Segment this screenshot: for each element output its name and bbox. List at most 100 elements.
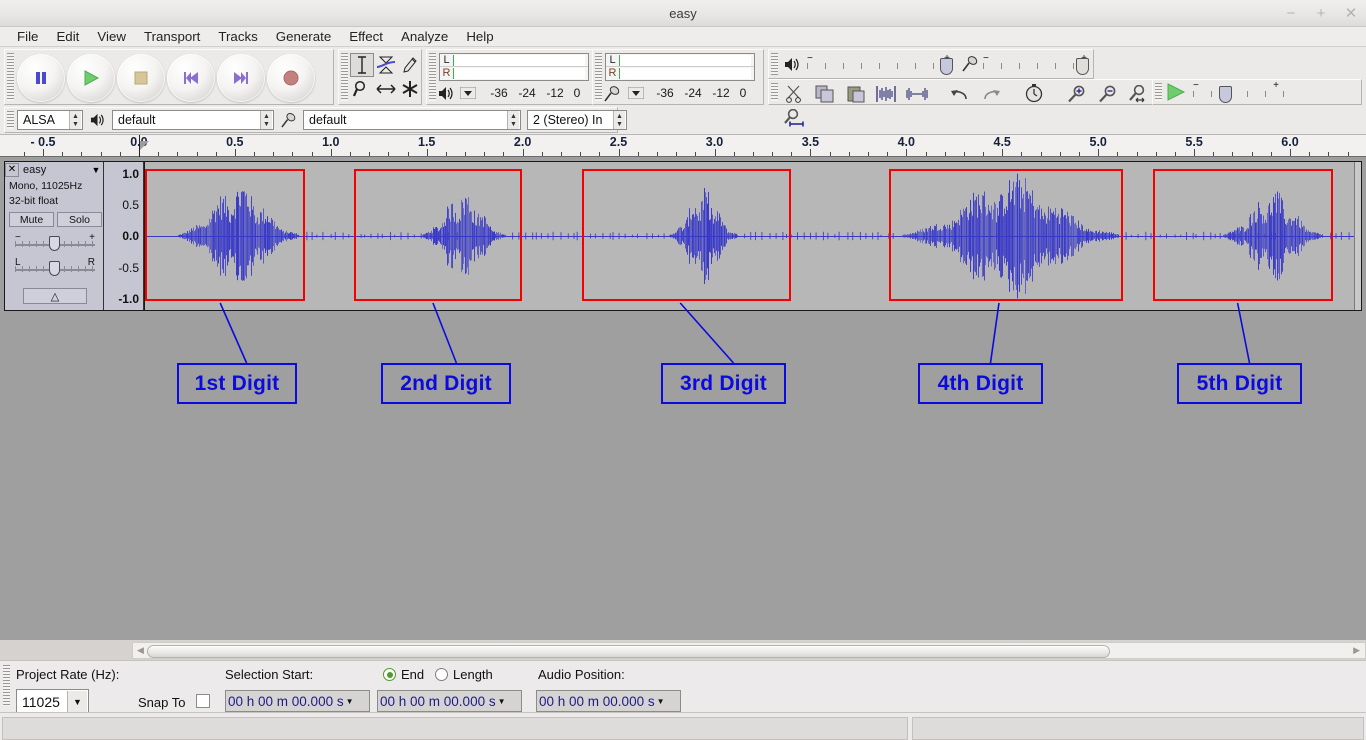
length-radio[interactable] — [435, 668, 448, 681]
recording-device-select[interactable]: default ▲▼ — [303, 110, 521, 130]
audio-position-time-field[interactable]: 00 h 00 m 00.000 s ▼ — [536, 690, 681, 712]
record-meter[interactable]: L R — [605, 53, 755, 81]
toolbar-grip[interactable] — [595, 53, 602, 101]
ruler-tick — [926, 152, 927, 156]
annotation-label-box: 2nd Digit — [381, 363, 511, 404]
record-icon — [282, 69, 300, 87]
record-button[interactable] — [267, 54, 315, 102]
track-menu-button[interactable]: ▼ — [88, 165, 104, 175]
toolbar-grip[interactable] — [771, 53, 778, 75]
chevron-down-icon[interactable]: ▼ — [67, 691, 87, 713]
horizontal-scrollbar[interactable]: ◀ ▶ — [132, 642, 1366, 659]
playback-meter[interactable]: L R — [439, 53, 589, 81]
spinner-icon[interactable]: ▲▼ — [613, 111, 625, 129]
undo-button[interactable] — [947, 83, 974, 106]
toolbar-grip[interactable] — [3, 665, 10, 706]
scrollbar-thumb[interactable] — [147, 645, 1110, 658]
spinner-icon[interactable]: ▲▼ — [69, 111, 81, 129]
recording-channels-select[interactable]: 2 (Stereo) In ▲▼ — [527, 110, 627, 130]
selection-start-time-field[interactable]: 00 h 00 m 00.000 s ▼ — [225, 690, 370, 712]
paste-button[interactable] — [842, 82, 869, 105]
menu-file[interactable]: File — [8, 27, 47, 47]
track-solo-button[interactable]: Solo — [57, 212, 102, 227]
close-button[interactable]: ✕ — [1344, 7, 1358, 21]
track-area[interactable]: ✕ easy ▼ Mono, 11025Hz 32-bit float Mute… — [0, 157, 1366, 640]
meter-left-label: L — [440, 54, 453, 67]
toolbar-grip[interactable] — [771, 83, 778, 101]
trim-audio-button[interactable] — [873, 82, 900, 105]
minimize-button[interactable]: − — [1284, 7, 1298, 21]
spinner-icon[interactable]: ▲▼ — [260, 111, 272, 129]
spinner-icon[interactable]: ▲▼ — [507, 111, 519, 129]
ruler-tick — [120, 152, 121, 156]
ruler-tick — [1021, 152, 1022, 156]
output-volume-slider[interactable]: − + — [807, 54, 955, 76]
draw-tool-button[interactable] — [398, 53, 422, 77]
input-volume-slider[interactable]: − + — [983, 54, 1089, 76]
ruler-tick — [1041, 152, 1042, 156]
play-button[interactable] — [67, 54, 115, 102]
zoom-in-button[interactable] — [1064, 82, 1091, 105]
meter-left-bar — [619, 55, 751, 66]
menu-tracks[interactable]: Tracks — [209, 27, 266, 47]
toolbar-grip[interactable] — [7, 111, 14, 129]
cut-button[interactable] — [781, 82, 808, 105]
audio-host-select[interactable]: ALSA ▲▼ — [17, 110, 83, 130]
annotation-leader-line — [220, 303, 246, 363]
menu-analyze[interactable]: Analyze — [392, 27, 457, 47]
end-radio[interactable] — [383, 668, 396, 681]
redo-button[interactable] — [977, 83, 1004, 106]
track-collapse-button[interactable]: △ — [23, 288, 87, 304]
chevron-down-icon[interactable]: ▼ — [346, 697, 354, 706]
record-meter-menu-button[interactable] — [625, 87, 647, 99]
skip-to-start-button[interactable] — [167, 54, 215, 102]
track-vertical-scrollbar[interactable] — [1354, 162, 1361, 310]
track-gain-slider[interactable]: − + — [15, 234, 95, 252]
transport-toolbar — [4, 49, 334, 105]
playback-device-select[interactable]: default ▲▼ — [112, 110, 274, 130]
multi-tool-button[interactable] — [398, 77, 422, 101]
sync-lock-button[interactable] — [1021, 81, 1048, 104]
speaker-icon — [89, 113, 106, 127]
time-shift-tool-button[interactable] — [374, 77, 398, 101]
zoom-out-button[interactable] — [1095, 82, 1122, 105]
fit-project-button[interactable] — [781, 106, 808, 129]
ruler-tick — [350, 152, 351, 156]
track-mute-button[interactable]: Mute — [9, 212, 54, 227]
toolbar-grip[interactable] — [429, 53, 436, 101]
menu-transport[interactable]: Transport — [135, 27, 209, 47]
zoom-tool-button[interactable] — [350, 77, 374, 101]
menu-view[interactable]: View — [88, 27, 135, 47]
playhead-indicator[interactable] — [139, 135, 140, 157]
menu-generate[interactable]: Generate — [267, 27, 340, 47]
fit-selection-button[interactable] — [1125, 82, 1152, 105]
track-pan-slider[interactable]: L R — [15, 259, 95, 277]
playback-speed-slider[interactable]: − + — [1193, 82, 1297, 104]
scroll-right-arrow-icon[interactable]: ▶ — [1353, 645, 1360, 656]
chevron-down-icon[interactable]: ▼ — [657, 697, 665, 706]
envelope-tool-button[interactable] — [374, 53, 398, 77]
track-close-button[interactable]: ✕ — [5, 163, 19, 177]
ruler-tick — [1194, 149, 1195, 156]
toolbar-grip[interactable] — [341, 53, 348, 101]
snap-to-checkbox[interactable] — [196, 694, 210, 708]
toolbar-grip[interactable] — [7, 53, 14, 101]
chevron-down-icon[interactable]: ▼ — [498, 697, 506, 706]
timeline-ruler[interactable]: - 0.50.00.51.01.52.02.53.03.54.04.55.05.… — [0, 135, 1366, 157]
menu-help[interactable]: Help — [457, 27, 502, 47]
stop-button[interactable] — [117, 54, 165, 102]
playback-meter-menu-button[interactable] — [457, 87, 479, 99]
toolbar-grip[interactable] — [1155, 83, 1162, 101]
maximize-button[interactable]: + — [1314, 7, 1328, 21]
selection-end-time-field[interactable]: 00 h 00 m 00.000 s ▼ — [377, 690, 522, 712]
play-at-speed-button[interactable] — [1165, 83, 1187, 101]
selection-tool-button[interactable] — [350, 53, 374, 77]
i-beam-icon — [355, 56, 369, 74]
skip-to-end-button[interactable] — [217, 54, 265, 102]
copy-button[interactable] — [812, 82, 839, 105]
silence-audio-button[interactable] — [904, 82, 931, 105]
menu-effect[interactable]: Effect — [340, 27, 392, 47]
menu-edit[interactable]: Edit — [47, 27, 88, 47]
scroll-left-arrow-icon[interactable]: ◀ — [137, 645, 144, 656]
pause-button[interactable] — [17, 54, 65, 102]
